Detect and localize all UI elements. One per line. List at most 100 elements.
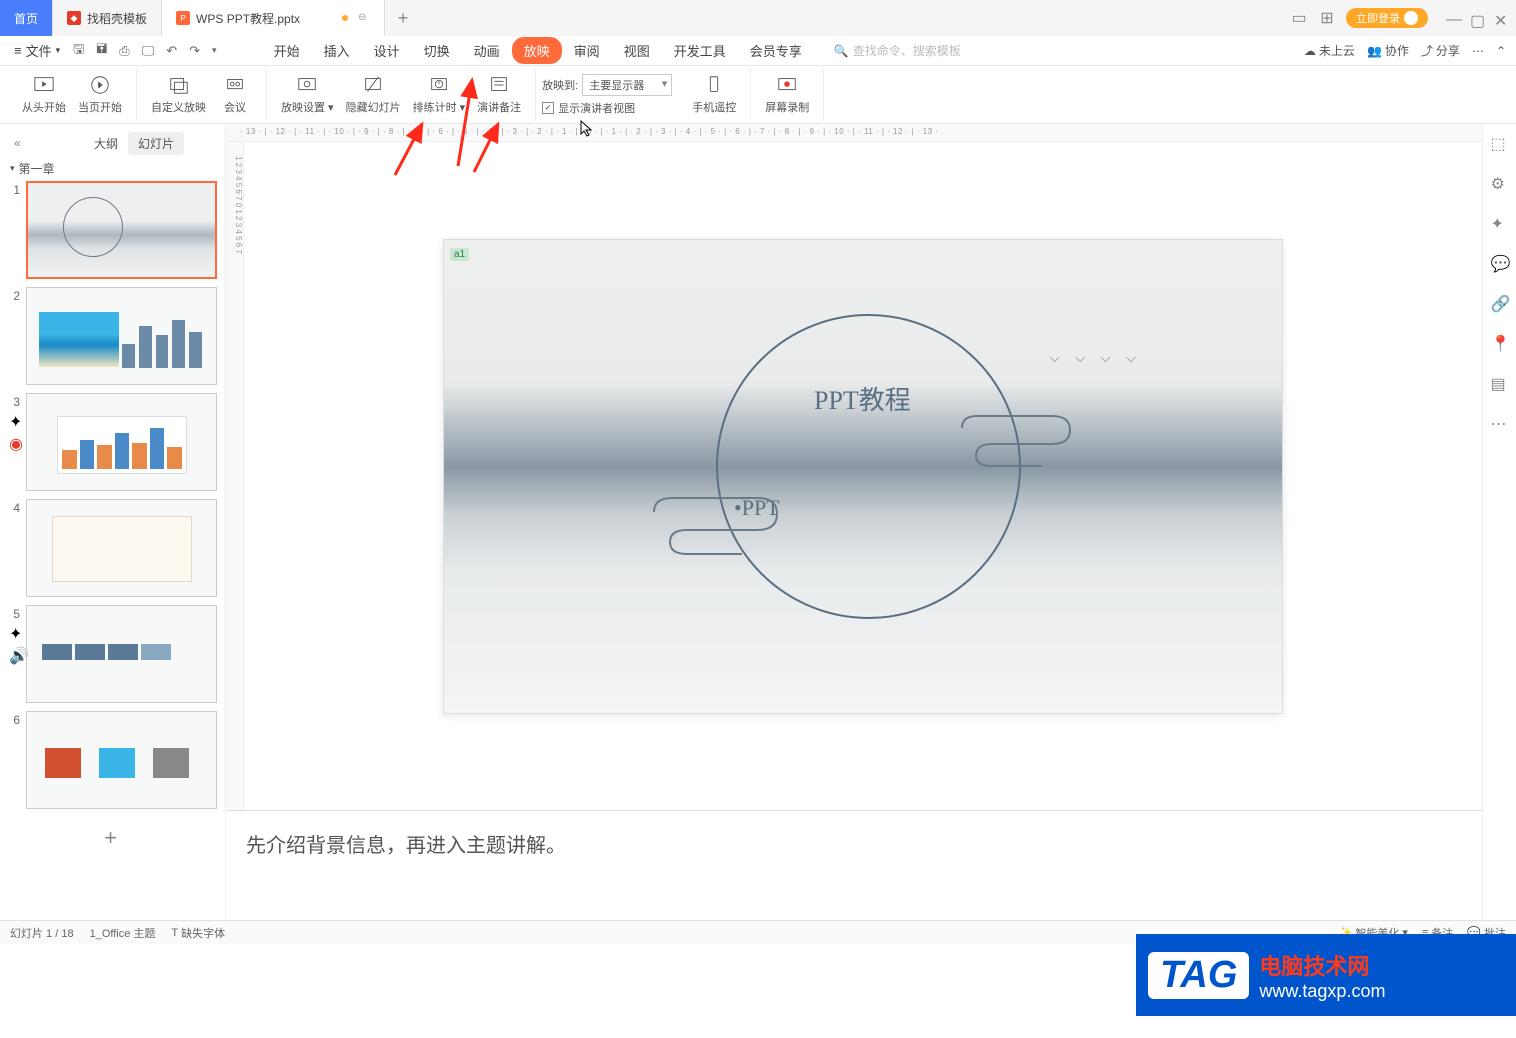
- outline-tab[interactable]: 大纲: [84, 132, 128, 155]
- meeting-label: 会议: [224, 99, 246, 115]
- cloud-status[interactable]: ☁ 未上云: [1304, 42, 1355, 59]
- from-start-button[interactable]: 从头开始: [16, 72, 72, 117]
- menu-tab-slideshow[interactable]: 放映: [512, 37, 562, 64]
- slide-number: 4: [4, 499, 20, 515]
- slides-tab[interactable]: 幻灯片: [128, 132, 184, 155]
- right-side-panel: ⬚ ⚙ ✦ 💬 🔗 📍 ▤ ⋯: [1482, 124, 1516, 920]
- tab-current-file[interactable]: P WPS PPT教程.pptx ⊖: [162, 0, 385, 36]
- avatar-icon: [1404, 11, 1418, 25]
- command-search[interactable]: 🔍 查找命令、搜索模板: [834, 42, 961, 59]
- qat-preview-icon[interactable]: 🖵: [137, 39, 160, 63]
- settings-icon[interactable]: ⚙: [1491, 174, 1509, 192]
- tab-template[interactable]: ◆ 找稻壳模板: [53, 0, 162, 36]
- menu-tab-design[interactable]: 设计: [362, 37, 412, 64]
- hide-slide-label: 隐藏幻灯片: [346, 99, 401, 115]
- qat-saveas-icon[interactable]: 🖬: [91, 36, 112, 66]
- layout-icon[interactable]: ▭: [1290, 9, 1308, 27]
- qat-save-icon[interactable]: 🖫: [68, 36, 89, 66]
- presenter-view-checkbox[interactable]: ✓: [542, 102, 554, 114]
- menu-tab-member[interactable]: 会员专享: [738, 37, 814, 64]
- slide-title[interactable]: PPT教程: [814, 380, 911, 417]
- link-icon[interactable]: 🔗: [1491, 294, 1509, 312]
- slide-thumb-5[interactable]: 5 ✦🔊: [4, 605, 217, 703]
- minimize-icon[interactable]: —: [1446, 11, 1460, 25]
- layout-icon[interactable]: ▤: [1491, 374, 1509, 392]
- display-to-label: 放映到:: [542, 77, 578, 93]
- tab-home[interactable]: 首页: [0, 0, 53, 36]
- slide-thumb-3[interactable]: 3 ✦◉: [4, 393, 217, 491]
- show-settings-label: 放映设置 ▾: [281, 99, 334, 115]
- menu-tab-animation[interactable]: 动画: [462, 37, 512, 64]
- qat-undo-icon[interactable]: ↶: [161, 39, 182, 63]
- close-icon[interactable]: ✕: [1494, 11, 1508, 25]
- qat-print-icon[interactable]: ⎙: [114, 39, 134, 63]
- hamburger-icon: ≡: [14, 43, 22, 58]
- from-current-button[interactable]: 当页开始: [72, 72, 128, 117]
- select-icon[interactable]: ⬚: [1491, 134, 1509, 152]
- more-dots-icon[interactable]: ⋯: [1491, 414, 1509, 432]
- location-icon[interactable]: 📍: [1491, 334, 1509, 352]
- hide-slide-button[interactable]: 隐藏幻灯片: [340, 72, 407, 117]
- grid-icon[interactable]: ⊞: [1318, 9, 1336, 27]
- menu-tab-review[interactable]: 审阅: [562, 37, 612, 64]
- phone-remote-button[interactable]: 手机遥控: [686, 72, 742, 117]
- notes-pane[interactable]: 先介绍背景信息，再进入主题讲解。: [226, 810, 1482, 920]
- qat-redo-icon[interactable]: ↷: [184, 39, 205, 63]
- coop-label: 协作: [1385, 42, 1409, 59]
- animation-icon[interactable]: ✦: [1491, 214, 1509, 232]
- tab-add-button[interactable]: +: [385, 8, 421, 29]
- missing-font-button[interactable]: T 缺失字体: [171, 925, 225, 941]
- file-menu[interactable]: ≡ 文件 ▾: [6, 41, 68, 60]
- meeting-icon: [224, 74, 246, 96]
- people-icon: 👥: [1367, 44, 1382, 58]
- slide-thumb-4[interactable]: 4: [4, 499, 217, 597]
- docer-icon: ◆: [67, 11, 81, 25]
- login-button[interactable]: 立即登录: [1346, 8, 1428, 28]
- menu-tab-insert[interactable]: 插入: [312, 37, 362, 64]
- menu-tab-start[interactable]: 开始: [262, 37, 312, 64]
- ruler-vertical: 1 2 3 4 5 6 7 0 1 2 3 4 5 6 7: [226, 142, 244, 810]
- slide-canvas[interactable]: a1 ⌵ ⌵ ⌵ ⌵ PPT教程 •PPT: [443, 239, 1283, 714]
- theme-name[interactable]: 1_Office 主题: [90, 925, 156, 941]
- chapter-text: 第一章: [19, 160, 55, 177]
- more-icon[interactable]: ⋯: [1472, 44, 1484, 58]
- phone-icon: [703, 74, 725, 96]
- chapter-label[interactable]: ▾ 第一章: [4, 156, 217, 181]
- slide-thumb-1[interactable]: 1: [4, 181, 217, 279]
- display-select[interactable]: 主要显示器: [582, 74, 672, 96]
- slide-thumb-6[interactable]: 6: [4, 711, 217, 809]
- coop-button[interactable]: 👥 协作: [1367, 42, 1409, 59]
- slide-thumb-2[interactable]: 2: [4, 287, 217, 385]
- audio-badge-icon: 🔊: [9, 646, 29, 666]
- maximize-icon[interactable]: ▢: [1470, 11, 1484, 25]
- slide-counter[interactable]: 幻灯片 1 / 18: [10, 925, 74, 941]
- from-current-label: 当页开始: [78, 99, 122, 115]
- add-slide-button[interactable]: +: [4, 817, 217, 859]
- tab-close-icon[interactable]: ⊖: [358, 12, 370, 24]
- share-button[interactable]: ⤴ 分享: [1421, 42, 1460, 59]
- speaker-notes-label: 演讲备注: [477, 99, 521, 115]
- chevron-down-icon[interactable]: ▾: [207, 41, 222, 60]
- timer-icon: [428, 74, 450, 96]
- menu-tab-transition[interactable]: 切换: [412, 37, 462, 64]
- meeting-button[interactable]: 会议: [212, 72, 258, 117]
- speaker-notes-button[interactable]: 演讲备注: [471, 72, 527, 117]
- collapse-ribbon-icon[interactable]: ⌃: [1496, 44, 1506, 58]
- show-settings-button[interactable]: 放映设置 ▾: [275, 72, 340, 117]
- screen-record-button[interactable]: 屏幕录制: [759, 72, 815, 117]
- collapse-panel-icon[interactable]: «: [14, 136, 21, 150]
- menu-tab-developer[interactable]: 开发工具: [662, 37, 738, 64]
- chat-icon[interactable]: 💬: [1491, 254, 1509, 272]
- slide-stage[interactable]: a1 ⌵ ⌵ ⌵ ⌵ PPT教程 •PPT: [244, 142, 1482, 810]
- from-start-label: 从头开始: [22, 99, 66, 115]
- tab-current-label: WPS PPT教程.pptx: [196, 10, 300, 27]
- custom-show-button[interactable]: 自定义放映: [145, 72, 212, 117]
- animation-badge-icon: ✦: [9, 412, 23, 432]
- slide-panel[interactable]: « 大纲 幻灯片 ▾ 第一章 1 2 3 ✦◉ 4: [0, 124, 226, 920]
- display-value: 主要显示器: [589, 80, 644, 92]
- share-icon: ⤴: [1421, 42, 1433, 59]
- presenter-view-label: 显示演讲者视图: [558, 100, 635, 116]
- ribbon-toolbar: 从头开始 当页开始 自定义放映 会议 放映设置 ▾ 隐藏幻灯片 排练计时 ▾: [0, 66, 1516, 124]
- menu-tab-view[interactable]: 视图: [612, 37, 662, 64]
- rehearse-button[interactable]: 排练计时 ▾: [407, 72, 472, 117]
